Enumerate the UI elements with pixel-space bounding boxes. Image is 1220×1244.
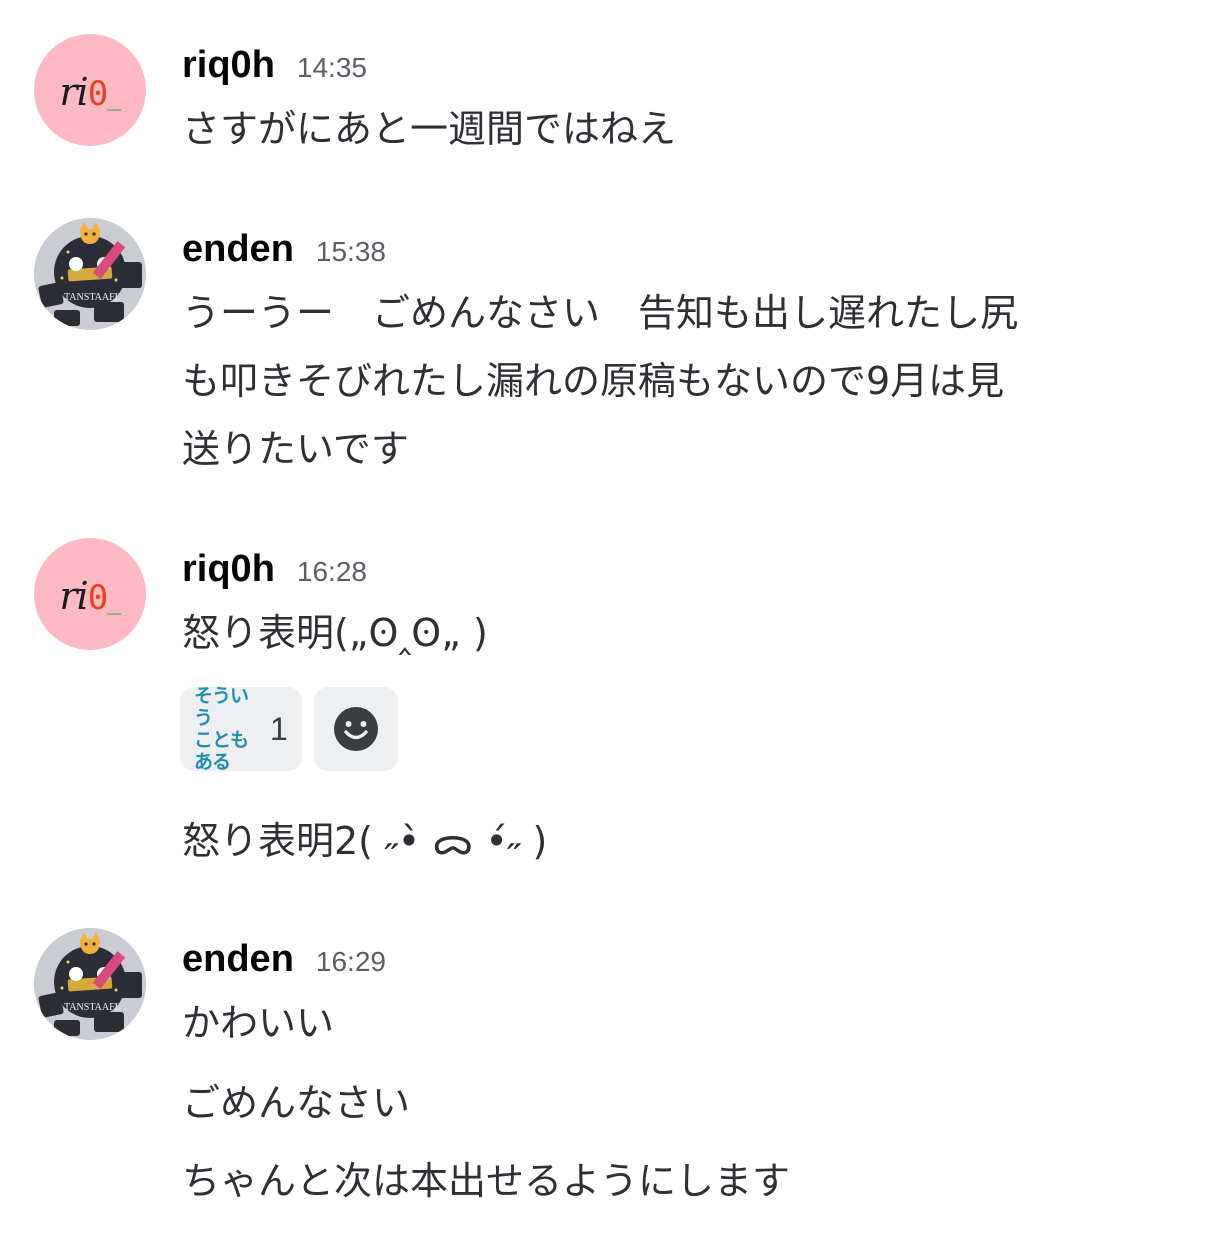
username[interactable]: riq0h — [182, 44, 275, 86]
chat-log: ri0_ riq0h 14:35 さすがにあと一週間ではねえ TANSTAAFL… — [0, 0, 1220, 1244]
reaction-souiu-kotomo-aru[interactable]: そういう こともある 1 — [180, 685, 302, 773]
enden-avatar-art: TANSTAAFL — [34, 218, 146, 330]
message-text: さすがにあと一週間ではねえ — [182, 107, 677, 151]
timestamp[interactable]: 14:35 — [297, 52, 367, 83]
timestamp[interactable]: 16:29 — [316, 946, 386, 977]
avatar-logo: ri0_ — [59, 574, 121, 618]
username[interactable]: enden — [182, 938, 294, 980]
username[interactable]: enden — [182, 228, 294, 270]
avatar[interactable]: TANSTAAFL — [34, 928, 146, 1040]
avatar[interactable]: ri0_ — [34, 538, 146, 650]
message-text: ちゃんと次は本出せるようにします — [182, 1159, 791, 1203]
svg-text:TANSTAAFL: TANSTAAFL — [64, 292, 121, 303]
avatar[interactable]: ri0_ — [34, 34, 146, 146]
message-header: riq0h 14:35 — [182, 44, 367, 87]
message-text: うーうー ごめんなさい 告知も出し遅れたし尻 — [182, 291, 1019, 335]
message-text: 怒り表明(„ʘ‸ʘ„ ) — [182, 611, 488, 655]
message-text: 怒り表明2( ˶•̀ ᯅ •́˶ ) — [182, 819, 548, 863]
avatar-logo: ri0_ — [59, 70, 121, 114]
username[interactable]: riq0h — [182, 548, 275, 590]
message-text: ごめんなさい — [182, 1081, 411, 1125]
avatar[interactable]: TANSTAAFL — [34, 218, 146, 330]
message-text: かわいい — [182, 1001, 335, 1045]
message-header: riq0h 16:28 — [182, 548, 367, 591]
smile-face-icon — [334, 707, 378, 751]
add-reaction-button[interactable] — [314, 687, 398, 771]
souiu-emoji-icon: そういう こともある — [194, 685, 249, 773]
reaction-bar: そういう こともある 1 — [180, 685, 398, 773]
message-text: 送りたいです — [182, 427, 409, 471]
message-header: enden 15:38 — [182, 228, 386, 271]
enden-avatar-art: TANSTAAFL — [34, 928, 146, 1040]
timestamp[interactable]: 15:38 — [316, 236, 386, 267]
message-text: も叩きそびれたし漏れの原稿もないので9月は見 — [182, 359, 1005, 403]
svg-text:TANSTAAFL: TANSTAAFL — [64, 1002, 121, 1013]
timestamp[interactable]: 16:28 — [297, 556, 367, 587]
message-header: enden 16:29 — [182, 938, 386, 981]
reaction-count: 1 — [270, 710, 288, 747]
